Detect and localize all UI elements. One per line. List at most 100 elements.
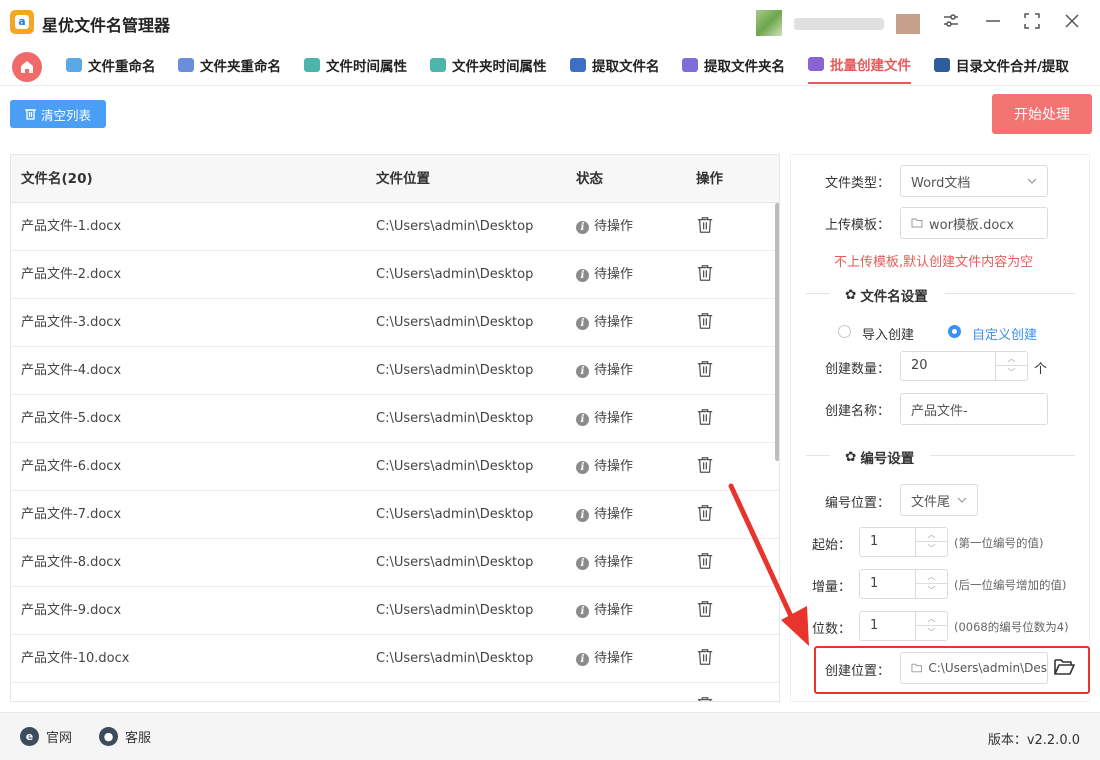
name-input[interactable]: 产品文件- bbox=[900, 393, 1048, 425]
status-cell: i 待操作 bbox=[576, 587, 633, 635]
table-row[interactable]: 产品文件-7.docx C:\Users\admin\Desktop i 待操作 bbox=[11, 491, 779, 539]
template-upload-field[interactable]: wor模板.docx bbox=[900, 207, 1048, 239]
file-name-cell: 产品文件-5.docx bbox=[21, 411, 122, 426]
info-icon: i bbox=[576, 556, 589, 570]
gear-icon: ✿ bbox=[845, 287, 857, 303]
decrement-icon[interactable]: ﹀ bbox=[916, 626, 947, 640]
table-row[interactable]: 产品文件-3.docx C:\Users\admin\Desktop i 待操作 bbox=[11, 299, 779, 347]
table-scrollbar[interactable] bbox=[775, 203, 779, 461]
delete-icon[interactable] bbox=[696, 216, 716, 236]
home-button[interactable] bbox=[12, 52, 42, 82]
delete-icon[interactable] bbox=[696, 696, 716, 701]
delete-icon[interactable] bbox=[696, 456, 716, 476]
file-location-cell: C:\Users\admin\Desktop bbox=[376, 555, 534, 570]
highlight-box bbox=[814, 646, 1090, 694]
delete-icon[interactable] bbox=[696, 648, 716, 668]
radio-custom-label: 自定义创建 bbox=[972, 328, 1038, 343]
radio-custom-create[interactable] bbox=[948, 325, 961, 338]
decrement-icon[interactable]: ﹀ bbox=[996, 366, 1027, 380]
digits-stepper[interactable]: 1 ︿ ﹀ bbox=[859, 611, 948, 641]
file-name-cell: 产品文件-9.docx bbox=[21, 603, 122, 618]
table-row[interactable]: 产品文件-10.docx C:\Users\admin\Desktop i 待操作 bbox=[11, 635, 779, 683]
increment-icon[interactable]: ︿ bbox=[916, 570, 947, 584]
home-icon bbox=[21, 61, 33, 73]
table-row[interactable]: 产品文件-9.docx C:\Users\admin\Desktop i 待操作 bbox=[11, 587, 779, 635]
section-divider bbox=[930, 455, 1075, 456]
file-type-select[interactable]: Word文档 bbox=[900, 165, 1048, 197]
start-label: 起始： bbox=[812, 538, 852, 553]
chevron-down-icon bbox=[957, 497, 967, 503]
info-icon: i bbox=[576, 268, 589, 282]
file-name-cell: 产品文件-4.docx bbox=[21, 363, 122, 378]
customer-service-link[interactable]: ● 客服 bbox=[99, 727, 151, 746]
tab-batch-create[interactable]: 批量创建文件 bbox=[808, 46, 911, 84]
tab-file-rename[interactable]: 文件重命名 bbox=[66, 46, 156, 84]
delete-icon[interactable] bbox=[696, 600, 716, 620]
increment-icon[interactable]: ︿ bbox=[916, 528, 947, 542]
file-rename-icon bbox=[66, 58, 82, 72]
start-hint: (第一位编号的值) bbox=[954, 536, 1044, 550]
info-icon: i bbox=[576, 220, 589, 234]
filename-settings-title: ✿ 文件名设置 bbox=[845, 287, 928, 305]
website-link[interactable]: e 官网 bbox=[20, 727, 72, 746]
close-icon[interactable] bbox=[1061, 12, 1083, 34]
table-row[interactable]: 产品文件-6.docx C:\Users\admin\Desktop i 待操作 bbox=[11, 443, 779, 491]
file-location-cell: C:\Users\admin\Desktop bbox=[376, 411, 534, 426]
table-row[interactable]: 产品文件-1.docx C:\Users\admin\Desktop i 待操作 bbox=[11, 203, 779, 251]
extract-foldername-icon bbox=[682, 58, 698, 72]
title-bar: a 星优文件名管理器 bbox=[0, 0, 1100, 46]
status-cell: i 待操作 bbox=[576, 203, 633, 251]
decrement-icon[interactable]: ﹀ bbox=[916, 584, 947, 598]
increment-icon[interactable]: ︿ bbox=[916, 612, 947, 626]
app-logo-icon: a bbox=[10, 10, 34, 34]
file-location-cell: C:\Users\admin\Desktop bbox=[376, 459, 534, 474]
count-stepper[interactable]: 20 ︿ ﹀ bbox=[900, 351, 1028, 381]
footer: e 官网 ● 客服 版本：v2.2.0.0 bbox=[0, 712, 1100, 760]
user-avatar[interactable] bbox=[756, 6, 926, 40]
digits-label: 位数： bbox=[812, 622, 852, 637]
step-stepper[interactable]: 1 ︿ ﹀ bbox=[859, 569, 948, 599]
tab-extract-filename[interactable]: 提取文件名 bbox=[570, 46, 660, 84]
template-label: 上传模板： bbox=[825, 218, 891, 233]
chat-bubble-icon: ● bbox=[99, 727, 118, 746]
column-header-status: 状态 bbox=[576, 171, 603, 187]
tab-file-time[interactable]: 文件时间属性 bbox=[304, 46, 407, 84]
section-divider bbox=[945, 293, 1075, 294]
info-icon: i bbox=[576, 412, 589, 426]
info-icon: i bbox=[576, 652, 589, 666]
delete-icon[interactable] bbox=[696, 504, 716, 524]
position-select[interactable]: 文件尾 bbox=[900, 484, 978, 516]
table-row[interactable] bbox=[11, 683, 779, 701]
table-row[interactable]: 产品文件-4.docx C:\Users\admin\Desktop i 待操作 bbox=[11, 347, 779, 395]
maximize-icon[interactable] bbox=[1021, 12, 1043, 34]
clear-list-button[interactable]: 清空列表 bbox=[10, 100, 106, 128]
status-cell: i 待操作 bbox=[576, 635, 633, 683]
delete-icon[interactable] bbox=[696, 312, 716, 332]
extract-filename-icon bbox=[570, 58, 586, 72]
tab-extract-foldername[interactable]: 提取文件夹名 bbox=[682, 46, 785, 84]
tab-folder-rename[interactable]: 文件夹重命名 bbox=[178, 46, 281, 84]
radio-import-create[interactable] bbox=[838, 325, 851, 338]
delete-icon[interactable] bbox=[696, 264, 716, 284]
version-text: 版本：v2.2.0.0 bbox=[987, 733, 1080, 748]
tab-merge-extract[interactable]: 目录文件合并/提取 bbox=[934, 46, 1069, 84]
table-row[interactable]: 产品文件-8.docx C:\Users\admin\Desktop i 待操作 bbox=[11, 539, 779, 587]
delete-icon[interactable] bbox=[696, 408, 716, 428]
tab-folder-time[interactable]: 文件夹时间属性 bbox=[430, 46, 547, 84]
table-row[interactable]: 产品文件-5.docx C:\Users\admin\Desktop i 待操作 bbox=[11, 395, 779, 443]
increment-icon[interactable]: ︿ bbox=[996, 352, 1027, 366]
file-type-label: 文件类型： bbox=[825, 176, 891, 191]
delete-icon[interactable] bbox=[696, 552, 716, 572]
minimize-icon[interactable] bbox=[982, 12, 1004, 34]
chevron-down-icon bbox=[1027, 178, 1037, 184]
delete-icon[interactable] bbox=[696, 360, 716, 380]
table-row[interactable]: 产品文件-2.docx C:\Users\admin\Desktop i 待操作 bbox=[11, 251, 779, 299]
name-label: 创建名称： bbox=[825, 404, 891, 419]
settings-sliders-icon[interactable] bbox=[940, 12, 962, 34]
batch-create-icon bbox=[808, 57, 824, 71]
start-process-button[interactable]: 开始处理 bbox=[992, 94, 1092, 134]
start-stepper[interactable]: 1 ︿ ﹀ bbox=[859, 527, 948, 557]
step-hint: (后一位编号增加的值) bbox=[954, 578, 1067, 592]
count-unit: 个 bbox=[1034, 362, 1048, 377]
decrement-icon[interactable]: ﹀ bbox=[916, 542, 947, 556]
